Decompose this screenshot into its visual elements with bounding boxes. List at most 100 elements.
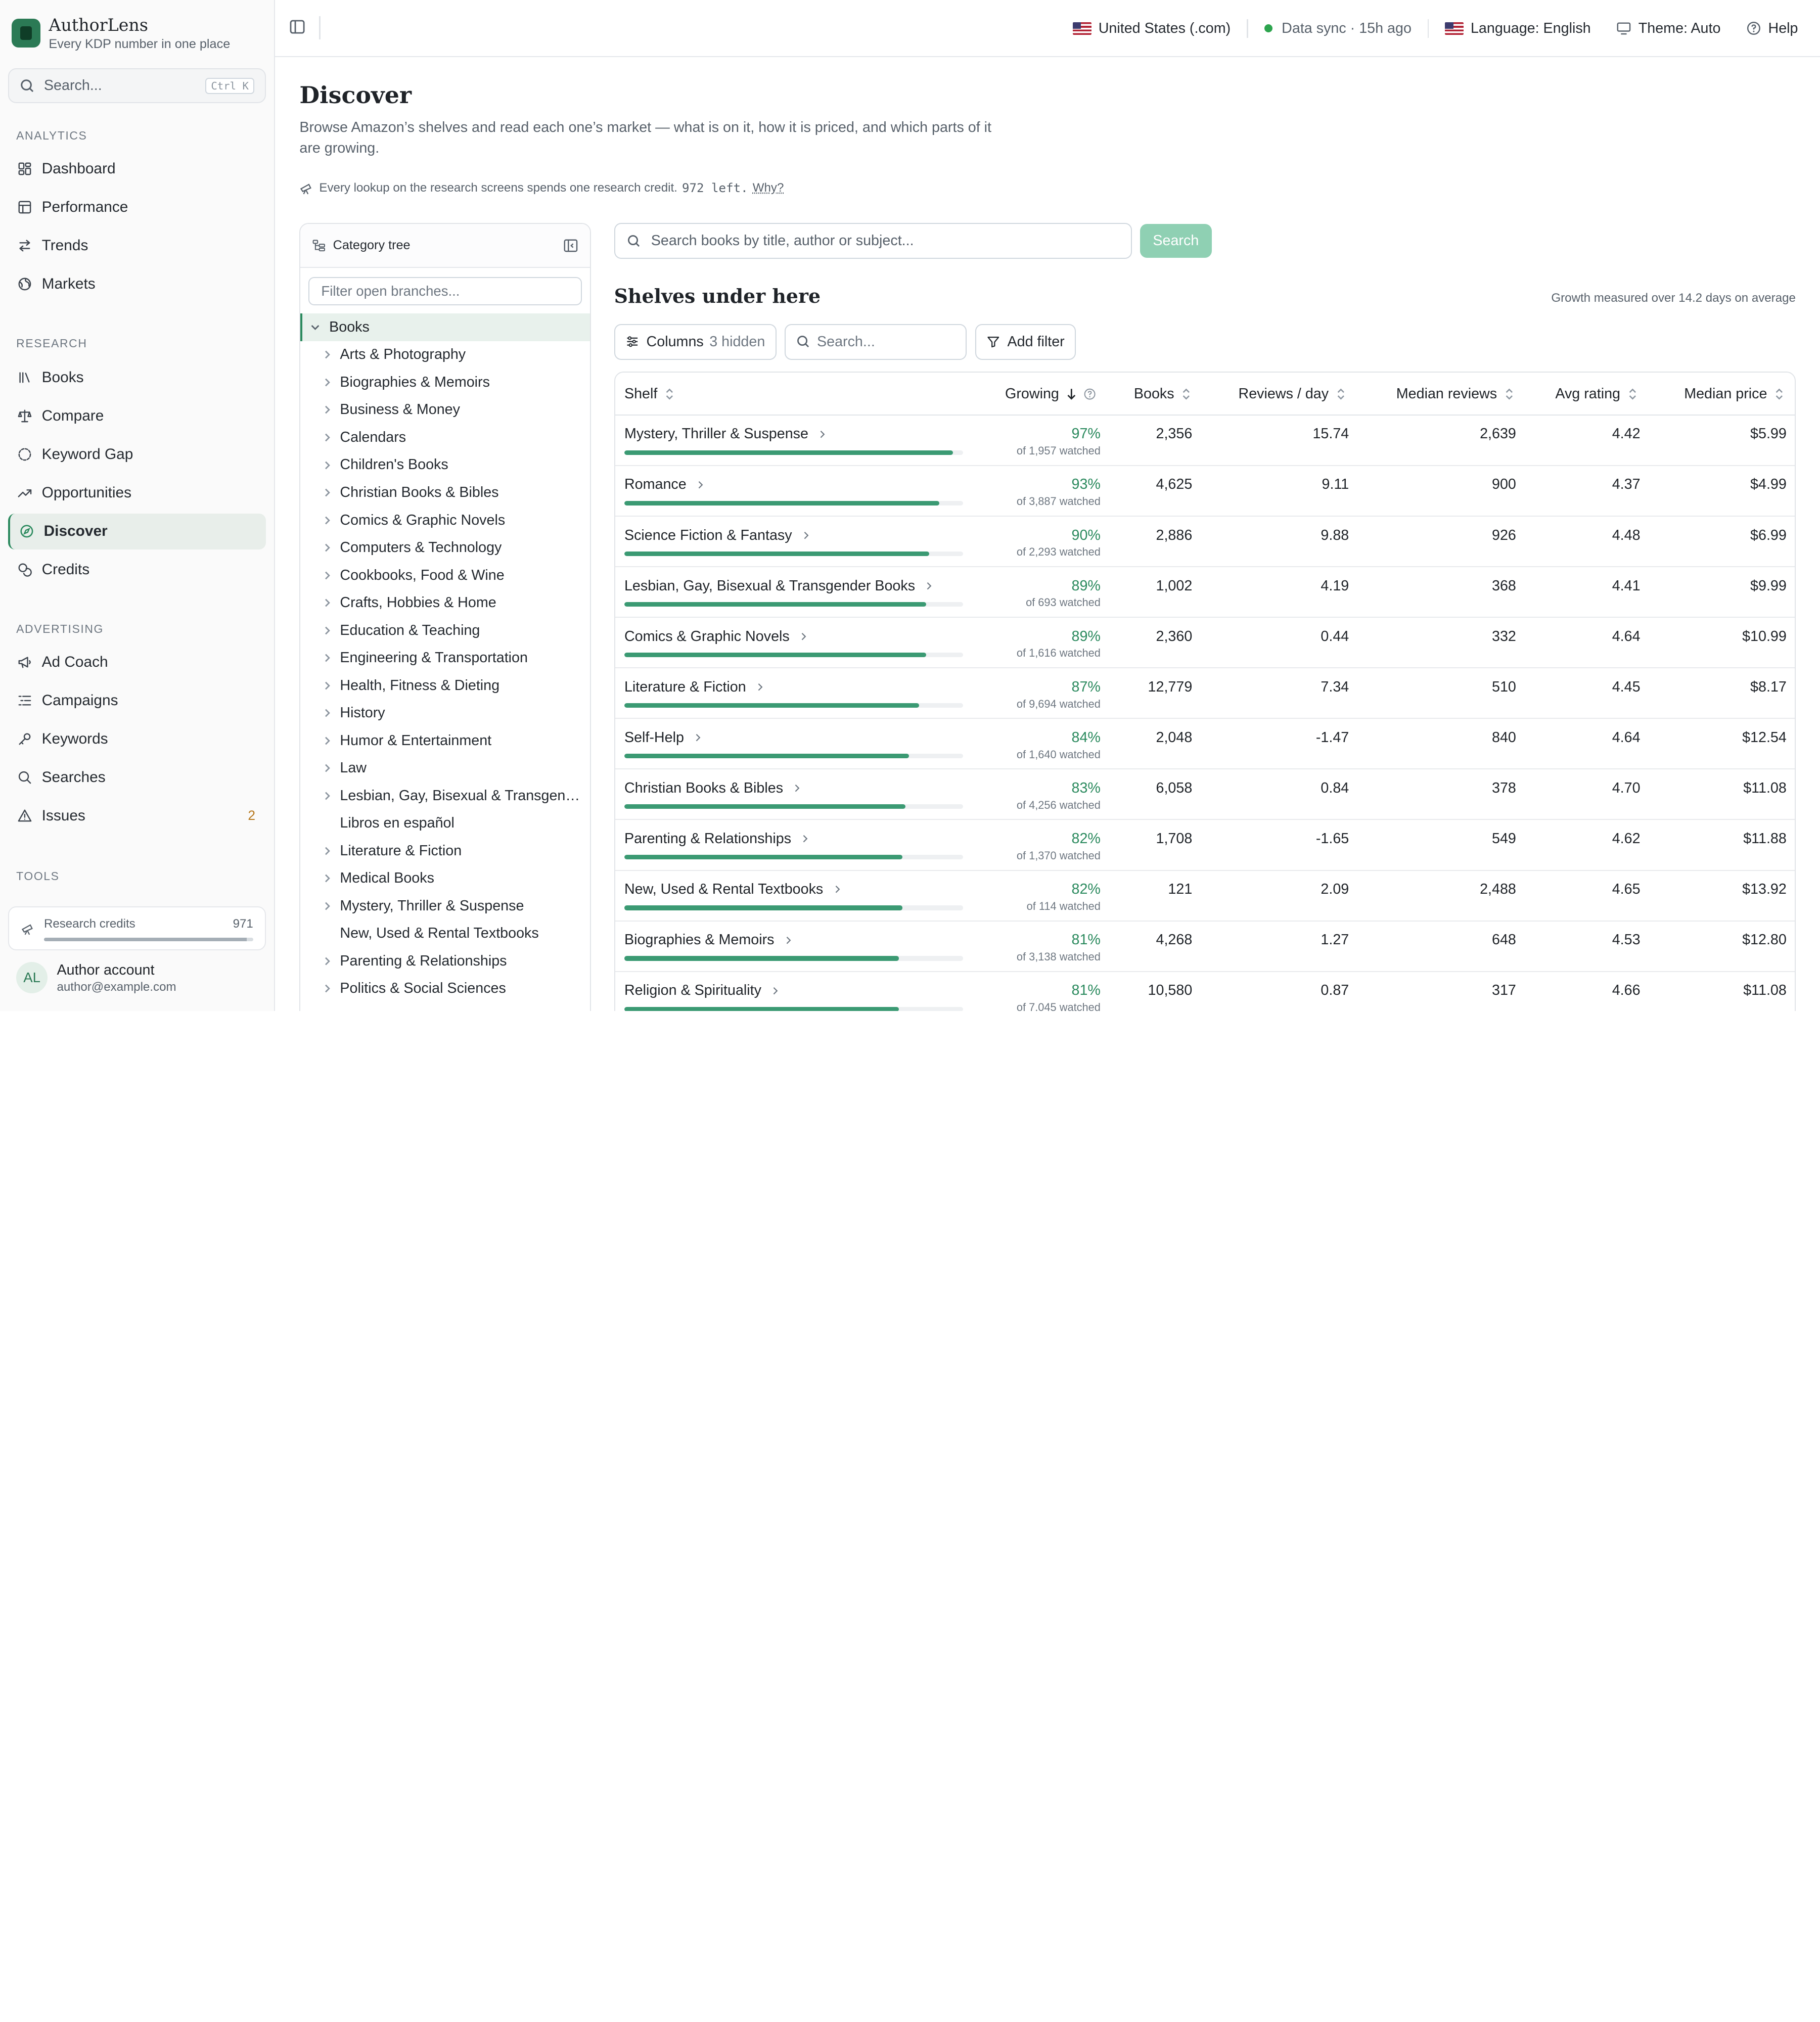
column-header-shelf[interactable]: Shelf [624, 373, 675, 416]
table-toolbar: Columns 3 hidden Search... Add filter [614, 324, 1084, 360]
shelf-link[interactable]: Lesbian, Gay, Bisexual & Transgender Boo… [624, 578, 934, 594]
column-header-reviews-per-day[interactable]: Reviews / day [1239, 373, 1346, 416]
sidebar-item-searches[interactable]: Searches [8, 759, 266, 795]
help-circle-icon[interactable] [1083, 388, 1096, 400]
sidebar-item-label: Dashboard [41, 160, 116, 177]
table-row[interactable]: Literature & Fiction 87% of 9,694 watched 1… [615, 668, 1795, 719]
tree-node[interactable]: Calendars [300, 424, 589, 451]
table-search-input[interactable]: Search... [785, 324, 967, 360]
tree-node[interactable]: Libros en español [300, 809, 589, 837]
sidebar-search[interactable]: Search... Ctrl K [8, 68, 266, 104]
shelf-link[interactable]: New, Used & Rental Textbooks [624, 881, 842, 898]
column-header-median-reviews[interactable]: Median reviews [1396, 373, 1515, 416]
why-link[interactable]: Why? [753, 181, 784, 195]
shelves-title: Shelves under here [614, 284, 821, 307]
shelf-link[interactable]: Self-Help [624, 729, 703, 746]
tree-node[interactable]: Medical Books [300, 864, 589, 892]
tree-node[interactable]: Crafts, Hobbies & Home [300, 589, 589, 617]
collapse-panel-icon[interactable] [563, 238, 578, 253]
search-button[interactable]: Search [1140, 224, 1212, 258]
tree-node[interactable]: Parenting & Relationships [300, 947, 589, 975]
column-header-growing[interactable]: Growing [1005, 373, 1096, 416]
table-search-placeholder: Search... [816, 333, 875, 350]
topbar: United States (.com) Data sync · 15h ago… [275, 0, 1820, 57]
tree-node[interactable]: Lesbian, Gay, Bisexual & Transgende... [300, 782, 589, 810]
tree-filter-input[interactable]: Filter open branches... [308, 277, 582, 305]
sidebar-item-keyword-gap[interactable]: Keyword Gap [8, 437, 266, 473]
table-row[interactable]: Religion & Spirituality 81% of 7,045 watch… [615, 972, 1795, 1011]
tree-node[interactable]: Humor & Entertainment [300, 727, 589, 755]
tree-node[interactable]: Cookbooks, Food & Wine [300, 562, 589, 589]
account-menu[interactable]: AL Author account author@example.com [16, 961, 176, 995]
tree-node[interactable]: Politics & Social Sciences [300, 975, 589, 1003]
tree-node-books[interactable]: Books [300, 313, 590, 341]
tree-node[interactable]: Computers & Technology [300, 534, 589, 562]
table-row[interactable]: Biographies & Memoirs 81% of 3,138 watched… [615, 922, 1795, 972]
column-header-median-price[interactable]: Median price [1684, 373, 1785, 416]
tree-node[interactable]: Arts & Photography [300, 341, 589, 369]
sidebar-item-ad-coach[interactable]: Ad Coach [8, 644, 266, 680]
tree-node[interactable]: Christian Books & Bibles [300, 479, 589, 507]
tree-node[interactable]: Law [300, 754, 589, 782]
table-row[interactable]: Self-Help 84% of 1,640 watched 2,048 -1.47 84… [615, 719, 1795, 770]
book-search-input[interactable]: Search books by title, author or subject… [614, 222, 1132, 259]
tree-node[interactable]: Engineering & Transportation [300, 644, 589, 672]
median-reviews: 510 [1492, 678, 1516, 695]
language-selector[interactable]: Language: English [1445, 20, 1591, 37]
shelf-link[interactable]: Mystery, Thriller & Suspense [624, 426, 827, 442]
shelf-link[interactable]: Christian Books & Bibles [624, 780, 802, 797]
theme-selector[interactable]: Theme: Auto [1616, 20, 1720, 37]
table-row[interactable]: New, Used & Rental Textbooks 82% of 114 wa… [615, 871, 1795, 922]
sidebar-item-discover[interactable]: Discover [8, 513, 266, 549]
tree-node[interactable]: Mystery, Thriller & Suspense [300, 892, 589, 920]
tree-node[interactable]: Comics & Graphic Novels [300, 507, 589, 534]
scale-icon [18, 409, 32, 423]
sidebar-item-compare[interactable]: Compare [8, 398, 266, 434]
sidebar-item-markets[interactable]: Markets [8, 266, 266, 302]
sidebar-item-performance[interactable]: Performance [8, 189, 266, 225]
shelf-link[interactable]: Romance [624, 476, 705, 493]
shelf-link[interactable]: Science Fiction & Fantasy [624, 527, 810, 544]
table-row[interactable]: Christian Books & Bibles 83% of 4,256 watc… [615, 769, 1795, 820]
research-credits-card[interactable]: Research credits 971 [8, 906, 266, 951]
sidebar-item-issues[interactable]: Issues 2 [8, 798, 266, 834]
sidebar-item-books[interactable]: Books [8, 360, 266, 396]
add-filter-button[interactable]: Add filter [975, 324, 1076, 360]
chevron-right-icon [325, 681, 330, 690]
shelf-link[interactable]: Literature & Fiction [624, 679, 764, 696]
table-row[interactable]: Science Fiction & Fantasy 90% of 2,293 wat… [615, 517, 1795, 567]
sidebar-item-campaigns[interactable]: Campaigns [8, 682, 266, 718]
sidebar-item-credits[interactable]: Credits [8, 552, 266, 588]
table-row[interactable]: Comics & Graphic Novels 89% of 1,616 watch… [615, 618, 1795, 669]
shelf-link[interactable]: Biographies & Memoirs [624, 932, 793, 948]
tree-node[interactable]: Education & Teaching [300, 617, 589, 645]
brand[interactable]: AuthorLens Every KDP number in one place [11, 14, 230, 53]
sidebar-item-dashboard[interactable]: Dashboard [8, 151, 266, 187]
column-header-books[interactable]: Books [1134, 373, 1192, 416]
columns-button[interactable]: Columns 3 hidden [614, 324, 777, 360]
shelf-link[interactable]: Comics & Graphic Novels [624, 628, 808, 645]
shelf-link[interactable]: Parenting & Relationships [624, 831, 810, 847]
sidebar-item-trends[interactable]: Trends [8, 227, 266, 263]
reviews-per-day: 15.74 [1312, 426, 1349, 442]
sidebar-toggle-icon[interactable] [289, 19, 305, 35]
marketplace-selector[interactable]: United States (.com) [1073, 20, 1231, 37]
column-header-avg-rating[interactable]: Avg rating [1555, 373, 1637, 416]
dashboard-icon [18, 162, 31, 175]
tree-node[interactable]: Literature & Fiction [300, 837, 589, 865]
sidebar-item-keywords[interactable]: Keywords [8, 721, 266, 757]
tree-node[interactable]: Biographies & Memoirs [300, 369, 589, 396]
tree-node[interactable]: Children's Books [300, 451, 589, 479]
tree-node[interactable]: Health, Fitness & Dieting [300, 672, 589, 700]
table-row[interactable]: Lesbian, Gay, Bisexual & Transgender Boo… [615, 567, 1795, 618]
table-row[interactable]: Parenting & Relationships 82% of 1,370 wat… [615, 820, 1795, 871]
tree-node[interactable]: History [300, 699, 589, 727]
table-row[interactable]: Mystery, Thriller & Suspense 97% of 1,957 … [615, 416, 1795, 466]
tree-node[interactable]: New, Used & Rental Textbooks [300, 920, 589, 948]
help-link[interactable]: Help [1746, 20, 1798, 37]
shelf-name: Lesbian, Gay, Bisexual & Transgender Boo… [624, 577, 916, 594]
tree-node[interactable]: Business & Money [300, 396, 589, 424]
sidebar-item-opportunities[interactable]: Opportunities [8, 475, 266, 511]
shelf-link[interactable]: Religion & Spirituality [624, 982, 780, 999]
table-row[interactable]: Romance 93% of 3,887 watched 4,625 9.11 900 4.… [615, 466, 1795, 517]
